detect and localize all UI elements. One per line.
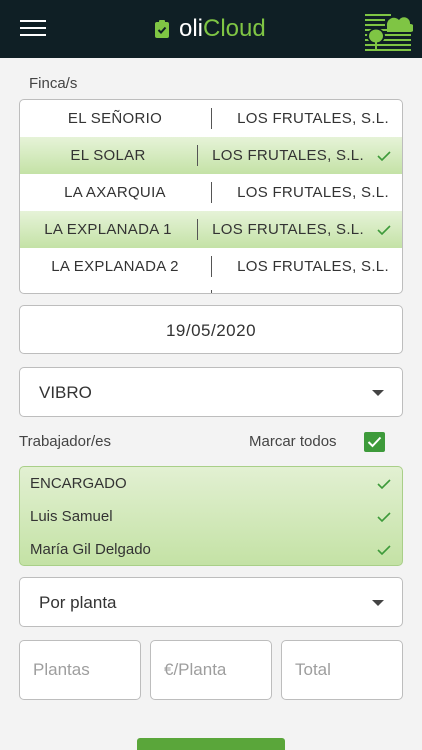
finca-name: EL SOLAR — [70, 147, 146, 164]
plantas-input[interactable] — [20, 641, 140, 699]
brand-suffix: Cloud — [203, 15, 266, 42]
dropdown-arrow-icon — [372, 600, 384, 606]
clipboard-check-icon — [155, 20, 169, 38]
finca-name: EL SEÑORIO — [67, 110, 163, 127]
mode-select[interactable]: Por planta — [19, 577, 403, 627]
check-icon — [367, 436, 382, 448]
task-select[interactable]: VIBRO — [19, 367, 403, 417]
finca-row[interactable]: EL SEÑORIO LOS FRUTALES, S.L. — [20, 100, 402, 137]
fincas-label: Finca/s — [29, 75, 78, 92]
column-divider — [211, 182, 212, 203]
finca-row[interactable]: LA EXPLANADA 2 LOS FRUTALES, S.L. — [20, 248, 402, 285]
column-divider — [211, 256, 212, 277]
worker-item[interactable]: María Gil Delgado — [20, 533, 402, 565]
workers-label: Trabajador/es — [19, 433, 111, 450]
finca-row[interactable]: LA EXPLANADA 1 LOS FRUTALES, S.L. — [20, 211, 402, 248]
app-brand: oli Cloud — [154, 14, 266, 44]
fincas-list[interactable]: EL SEÑORIO LOS FRUTALES, S.L. EL SOLAR L… — [19, 99, 403, 294]
tree-cloud-logo — [365, 14, 413, 51]
column-divider — [211, 108, 212, 129]
task-select-value: VIBRO — [39, 383, 92, 402]
workers-list[interactable]: ENCARGADO Luis Samuel María Gil Delgado — [19, 466, 403, 566]
check-icon — [377, 479, 391, 489]
finca-owner: LOS FRUTALES, S.L. — [212, 221, 364, 238]
finca-owner: LOS FRUTALES, S.L. — [212, 147, 364, 164]
check-icon — [377, 225, 391, 235]
finca-owner: LOS FRUTALES, S.L. — [237, 110, 389, 127]
worker-item[interactable]: Luis Samuel — [20, 500, 402, 533]
dropdown-arrow-icon — [372, 390, 384, 396]
select-all-checkbox[interactable] — [364, 432, 385, 452]
finca-name: LA EXPLANADA 1 — [44, 221, 172, 238]
select-all-label[interactable]: Marcar todos — [249, 433, 337, 450]
finca-row[interactable]: LA AXARQUIA LOS FRUTALES, S.L. — [20, 174, 402, 211]
worker-name: María Gil Delgado — [30, 541, 151, 558]
worker-name: ENCARGADO — [30, 475, 127, 492]
date-field[interactable]: 19/05/2020 — [19, 305, 403, 354]
finca-owner: LOS FRUTALES, S.L. — [237, 184, 389, 201]
column-divider — [197, 145, 198, 166]
check-icon — [377, 512, 391, 522]
plantas-field — [19, 640, 141, 700]
mode-select-value: Por planta — [39, 593, 117, 612]
total-input[interactable] — [282, 641, 402, 699]
precio-field — [150, 640, 272, 700]
submit-button[interactable] — [137, 738, 285, 750]
worker-name: Luis Samuel — [30, 508, 113, 525]
price-per-plant-input[interactable] — [151, 641, 271, 699]
check-icon — [377, 545, 391, 555]
finca-name: LA AXARQUIA — [64, 184, 166, 201]
total-field — [281, 640, 403, 700]
hamburger-icon[interactable] — [20, 20, 46, 38]
finca-owner: LOS FRUTALES, S.L. — [237, 258, 389, 275]
top-bar: oli Cloud — [0, 0, 422, 58]
brand-prefix: oli — [179, 15, 204, 42]
check-icon — [377, 151, 391, 161]
column-divider — [197, 219, 198, 240]
finca-row[interactable]: EL SOLAR LOS FRUTALES, S.L. — [20, 137, 402, 174]
worker-item[interactable]: ENCARGADO — [20, 467, 402, 500]
finca-name: LA EXPLANADA 2 — [51, 258, 179, 275]
column-divider — [211, 290, 212, 293]
